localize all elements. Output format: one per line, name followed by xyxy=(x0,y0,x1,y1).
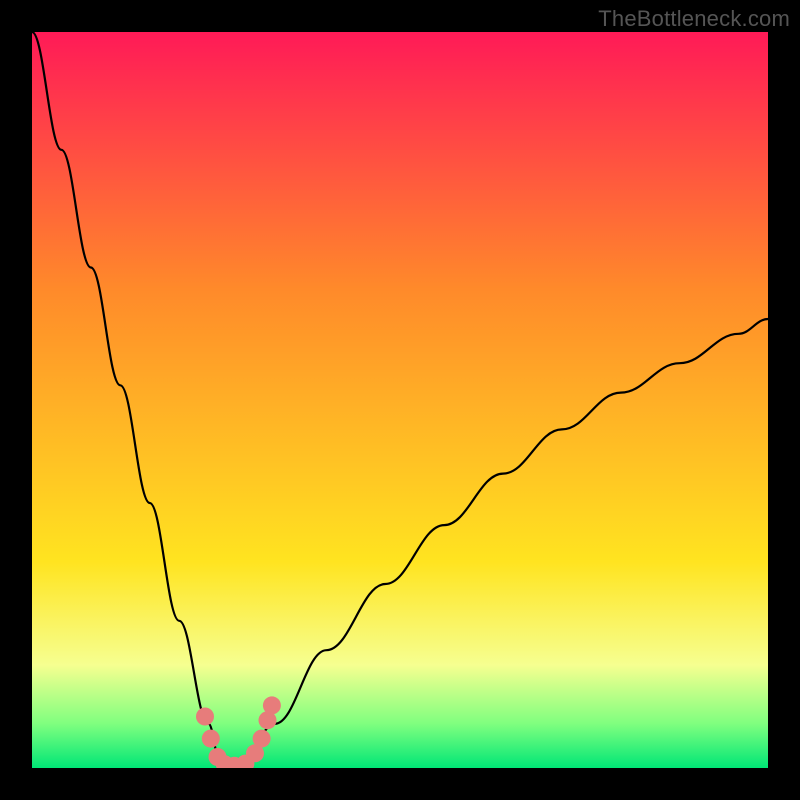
fit-marker xyxy=(202,730,220,748)
plot-area xyxy=(32,32,768,768)
fit-marker xyxy=(253,730,271,748)
fit-marker xyxy=(196,708,214,726)
chart-svg xyxy=(32,32,768,768)
chart-frame: TheBottleneck.com xyxy=(0,0,800,800)
gradient-background xyxy=(32,32,768,768)
watermark-text: TheBottleneck.com xyxy=(598,6,790,32)
fit-marker xyxy=(263,696,281,714)
